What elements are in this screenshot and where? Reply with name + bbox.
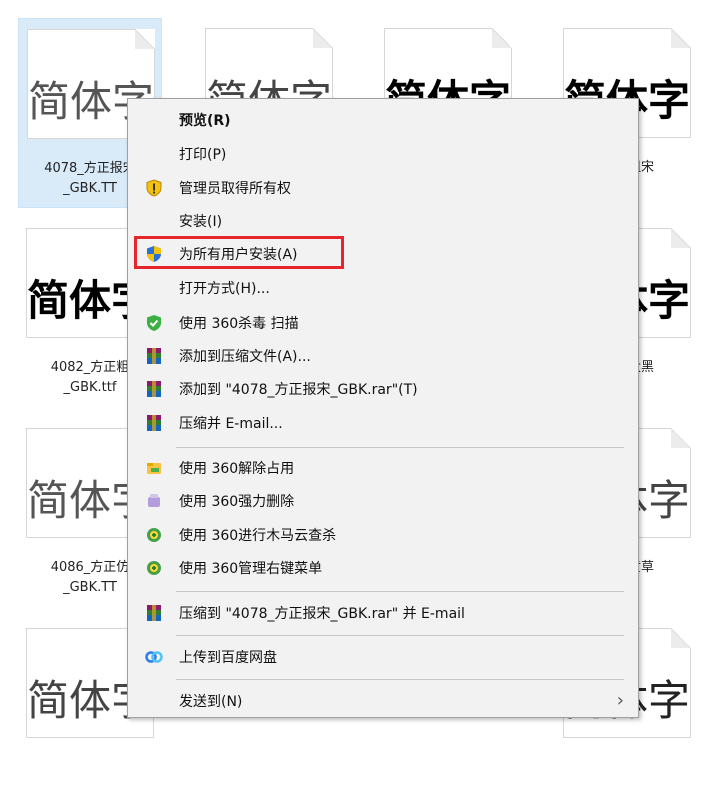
menu-separator bbox=[176, 635, 624, 636]
menu-item-add-to-rar[interactable]: 添加到 "4078_方正报宋_GBK.rar"(T) bbox=[128, 372, 638, 405]
menu-item-360-manage-menu[interactable]: 使用 360管理右键菜单 bbox=[128, 551, 638, 584]
winrar-icon bbox=[145, 347, 163, 365]
menu-item-print[interactable]: 打印(P) bbox=[128, 137, 638, 170]
menu-item-preview[interactable]: 预览(R) bbox=[128, 103, 638, 136]
menu-item-open-with[interactable]: 打开方式(H)... bbox=[128, 271, 638, 304]
menu-item-add-to-archive[interactable]: 添加到压缩文件(A)... bbox=[128, 339, 638, 372]
menu-separator bbox=[176, 447, 624, 448]
chevron-right-icon: › bbox=[616, 690, 624, 711]
menu-separator bbox=[176, 679, 624, 680]
menu-item-install[interactable]: 安装(I) bbox=[128, 204, 638, 237]
360-delete-icon bbox=[145, 492, 163, 510]
menu-item-compress-to-rar-email[interactable]: 压缩到 "4078_方正报宋_GBK.rar" 并 E-mail bbox=[128, 596, 638, 629]
highlight-box bbox=[134, 236, 344, 269]
menu-item-360-force-delete[interactable]: 使用 360强力删除 bbox=[128, 484, 638, 517]
context-menu: 预览(R) 打印(P) 管理员取得所有权 安装(I) 为所有用户安装(A) 打开… bbox=[127, 98, 639, 718]
menu-item-upload-baidu[interactable]: 上传到百度网盘 bbox=[128, 640, 638, 673]
menu-item-compress-email[interactable]: 压缩并 E-mail... bbox=[128, 406, 638, 439]
baidu-netdisk-icon bbox=[145, 648, 163, 666]
360-antivirus-icon bbox=[145, 314, 163, 332]
menu-item-360-scan[interactable]: 使用 360杀毒 扫描 bbox=[128, 306, 638, 339]
menu-separator bbox=[176, 591, 624, 592]
360-trojan-icon bbox=[145, 526, 163, 544]
menu-item-360-trojan-scan[interactable]: 使用 360进行木马云查杀 bbox=[128, 518, 638, 551]
menu-item-send-to[interactable]: 发送到(N) › bbox=[128, 684, 638, 717]
menu-item-360-unlock[interactable]: 使用 360解除占用 bbox=[128, 451, 638, 484]
shield-yellow-icon bbox=[145, 178, 163, 197]
winrar-icon bbox=[145, 380, 163, 398]
winrar-icon bbox=[145, 414, 163, 432]
winrar-icon bbox=[145, 604, 163, 622]
360-unlock-icon bbox=[145, 459, 163, 477]
menu-item-take-ownership[interactable]: 管理员取得所有权 bbox=[128, 171, 638, 204]
360-menu-icon bbox=[145, 559, 163, 577]
